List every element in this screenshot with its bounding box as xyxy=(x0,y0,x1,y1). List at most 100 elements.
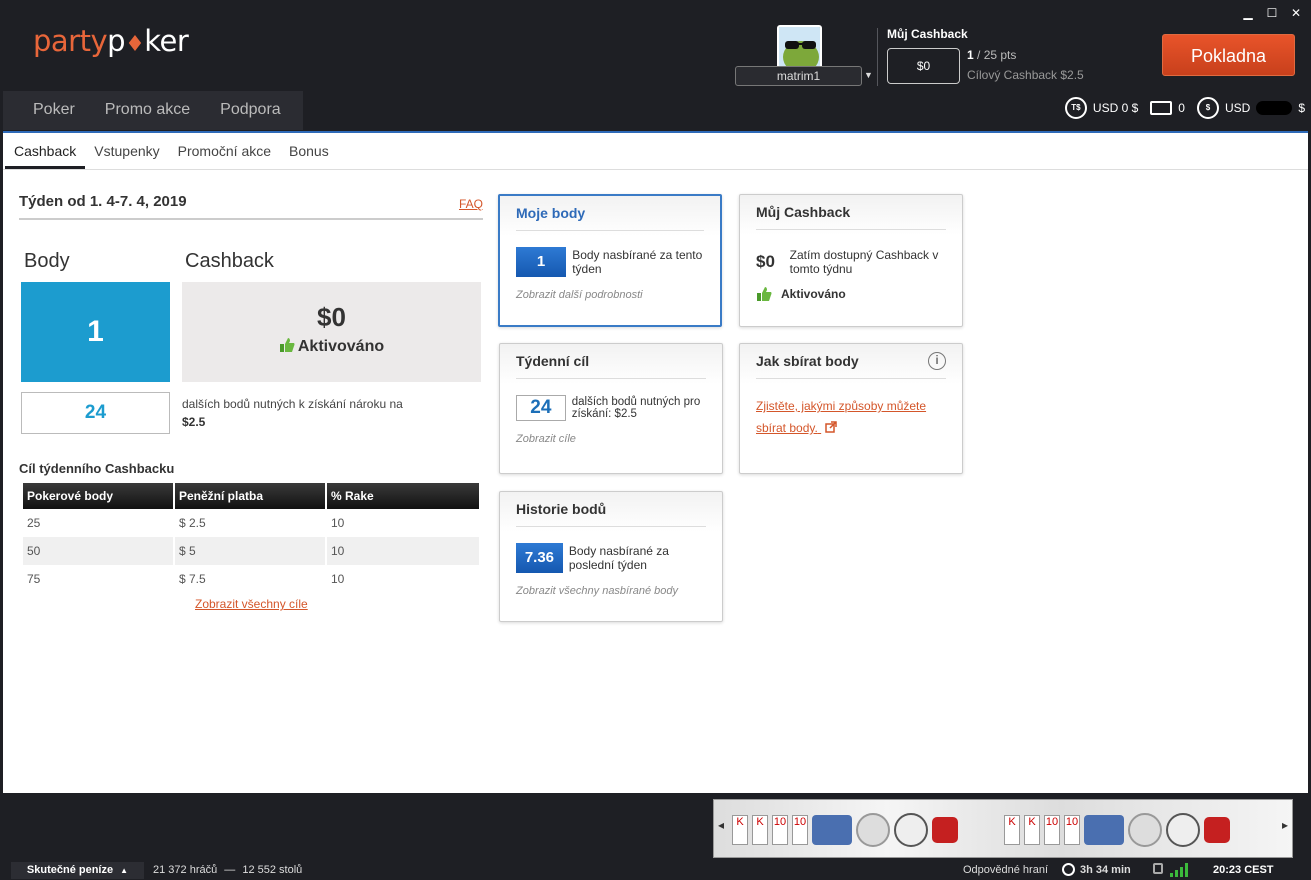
link-text: Zjistěte, jakými způsoby můžete sbírat b… xyxy=(756,399,927,435)
banner-artwork: K K 10 10 xyxy=(732,802,958,857)
table-row: 50 $ 5 10 xyxy=(23,537,479,565)
tournament-dollar-icon: T$ xyxy=(1064,97,1087,119)
playing-card-icon: K xyxy=(1024,814,1040,845)
tab-promotions[interactable]: Promoční akce xyxy=(169,133,280,169)
banner-artwork: K K 10 10 xyxy=(1004,802,1230,857)
show-all-goals-link[interactable]: Zobrazit všechny cíle xyxy=(195,597,308,611)
table-cell: $ 2.5 xyxy=(179,516,206,530)
logo-part-p: p xyxy=(107,24,126,58)
column-header: % Rake xyxy=(327,483,479,509)
goals-table: Pokerové body Peněžní platba % Rake 25 $… xyxy=(21,483,481,593)
slot-machine-icon xyxy=(1084,814,1124,845)
real-money-selector[interactable]: Skutečné peníze ▲ xyxy=(11,862,144,879)
real-money-label: Skutečné peníze xyxy=(26,864,114,876)
avatar[interactable] xyxy=(777,25,822,70)
playing-card-icon: 10 xyxy=(772,814,788,845)
cashback-label: Cashback xyxy=(185,250,274,272)
header-cashback-points: 1 / 25 pts xyxy=(967,48,1016,62)
logo-part-ker: ker xyxy=(144,24,189,58)
clock-time: 20:23 CEST xyxy=(1213,864,1274,876)
separator: — xyxy=(224,864,236,876)
minimize-button[interactable]: ▁ xyxy=(1241,6,1255,20)
how-to-collect-link[interactable]: Zjistěte, jakými způsoby můžete sbírat b… xyxy=(756,395,946,439)
session-timer: 3h 34 min xyxy=(1062,863,1131,876)
card-title: Historie bodů xyxy=(516,501,706,527)
card-text: Body nasbírané za poslední týden xyxy=(568,544,669,572)
promo-banner[interactable]: ◂ K K 10 10 K K 10 10 ▸ xyxy=(713,799,1293,858)
column-header: Pokerové body xyxy=(23,483,173,509)
app-window: ▁ ☐ ✕ partyp♦ker matrim1 ▼ Můj Cashback … xyxy=(0,0,1311,880)
points-current: 1 xyxy=(967,48,974,62)
needed-amount: $2.5 xyxy=(182,415,206,429)
divider xyxy=(19,218,483,220)
header-cashback-amount[interactable]: $0 xyxy=(887,48,960,84)
close-button[interactable]: ✕ xyxy=(1289,6,1303,20)
playing-card-icon: K xyxy=(752,814,768,845)
cashback-panel: $0 Aktivováno xyxy=(182,282,481,382)
nav-item-poker[interactable]: Poker xyxy=(18,92,90,128)
chevron-down-icon[interactable]: ▼ xyxy=(864,70,873,80)
table-cell: 10 xyxy=(331,572,345,586)
card-row: 1 Body nasbírané za tento týden xyxy=(516,247,704,277)
my-points-card[interactable]: Moje body 1 Body nasbírané za tento týde… xyxy=(498,194,722,327)
points-needed: 24 xyxy=(21,392,170,434)
cash-balance[interactable]: $ USD $ xyxy=(1196,97,1305,119)
header-cashback-target: Cílový Cashback $2.5 xyxy=(967,68,1084,82)
tickets-value: 0 xyxy=(1178,101,1185,115)
cashback-value: $0 xyxy=(317,302,346,332)
table-cell: $ 7.5 xyxy=(179,572,206,586)
playing-card-icon: 10 xyxy=(792,814,808,845)
partypoker-logo: partyp♦ker xyxy=(33,24,189,58)
goals-title: Cíl týdenního Cashbacku xyxy=(19,461,175,476)
my-cashback-card: Můj Cashback $0 Zatím dostupný Cashback … xyxy=(739,194,963,327)
nav-item-promo[interactable]: Promo akce xyxy=(90,92,205,128)
playing-card-icon: 10 xyxy=(1064,814,1080,845)
points-history-card[interactable]: Historie bodů 7.36 Body nasbírané za pos… xyxy=(499,491,723,622)
cashier-button[interactable]: Pokladna xyxy=(1162,34,1295,76)
tab-cashback[interactable]: Cashback xyxy=(5,133,86,169)
cash-suffix: $ xyxy=(1298,101,1305,115)
session-time: 3h 34 min xyxy=(1080,863,1131,876)
online-stats: 21 372 hráčů — 12 552 stolů xyxy=(153,864,302,876)
responsible-gaming-link[interactable]: Odpovědné hraní xyxy=(963,864,1048,876)
username-dropdown[interactable]: matrim1 xyxy=(735,66,862,86)
card-text: Zatím dostupný Cashback v tomto týdnu xyxy=(789,248,939,276)
info-icon[interactable]: i xyxy=(928,352,946,370)
nav-item-support[interactable]: Podpora xyxy=(205,92,296,128)
tickets-balance[interactable]: 0 xyxy=(1150,101,1185,115)
table-cell: 25 xyxy=(27,516,41,530)
tab-tickets[interactable]: Vstupenky xyxy=(85,133,168,169)
more-details-link[interactable]: Zobrazit další podrobnosti xyxy=(516,289,704,301)
all-points-link[interactable]: Zobrazit všechny nasbírané body xyxy=(516,585,706,597)
table-header-row: Pokerové body Peněžní platba % Rake xyxy=(23,483,479,509)
signal-icon xyxy=(1170,862,1188,877)
show-goals-link[interactable]: Zobrazit cíle xyxy=(516,433,706,445)
ts-balance[interactable]: T$ USD 0 $ xyxy=(1064,97,1138,119)
sub-tabs: Cashback Vstupenky Promoční akce Bonus xyxy=(3,133,1308,170)
masked-balance xyxy=(1256,101,1293,115)
status-text: Aktivováno xyxy=(781,287,846,301)
table-cell: $ 5 xyxy=(175,537,325,565)
thumbs-up-icon xyxy=(279,338,295,352)
header-cashback-title: Můj Cashback xyxy=(887,27,968,41)
maximize-button[interactable]: ☐ xyxy=(1265,6,1279,20)
dice-icon xyxy=(1204,816,1230,843)
card-status: Aktivováno xyxy=(756,286,946,302)
players-count: 21 372 hráčů xyxy=(153,864,218,876)
week-title: Týden od 1. 4-7. 4, 2019 xyxy=(19,193,187,210)
slot-machine-icon xyxy=(812,814,852,845)
thumbs-up-icon xyxy=(757,287,772,301)
lottery-ball-icon xyxy=(1128,812,1162,847)
faq-link[interactable]: FAQ xyxy=(459,197,483,211)
cash-currency: USD xyxy=(1224,101,1251,115)
weekly-goal-card[interactable]: Týdenní cíl 24 dalších bodů nutných pro … xyxy=(499,343,723,474)
tab-bonus[interactable]: Bonus xyxy=(280,133,338,169)
diamond-icon: ♦ xyxy=(125,32,145,57)
chevron-right-icon[interactable]: ▸ xyxy=(1282,818,1288,832)
external-link-icon xyxy=(825,421,837,433)
my-points-value: 1 xyxy=(516,247,567,277)
cashback-status: Aktivováno xyxy=(182,337,481,356)
window-controls: ▁ ☐ ✕ xyxy=(1241,6,1303,20)
chevron-left-icon[interactable]: ◂ xyxy=(718,818,724,832)
card-title: Jak sbírat body xyxy=(756,353,946,379)
